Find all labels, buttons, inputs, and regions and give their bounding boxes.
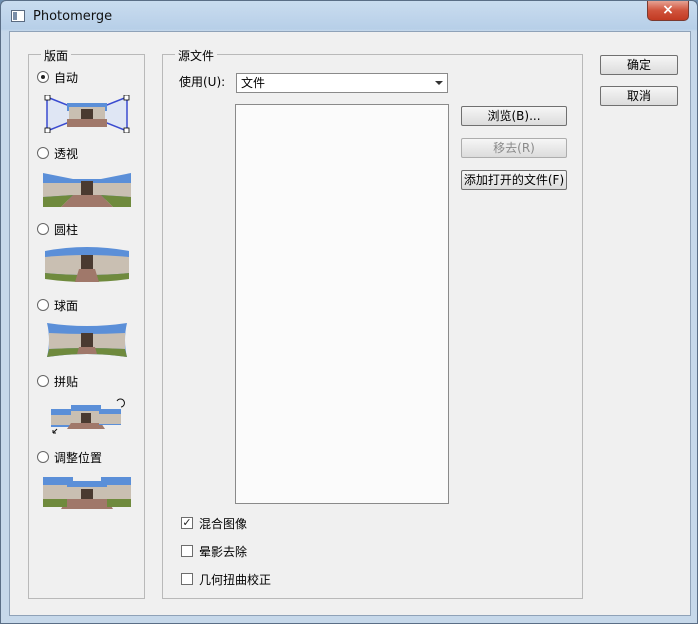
geometric-distortion-checkbox[interactable] xyxy=(181,573,193,585)
panorama-auto-icon xyxy=(43,95,131,133)
use-label: 使用(U): xyxy=(179,75,226,89)
radio-button[interactable] xyxy=(37,375,49,387)
radio-button[interactable] xyxy=(37,71,49,83)
radio-button[interactable] xyxy=(37,147,49,159)
radio-auto[interactable]: 自动 xyxy=(37,69,78,85)
radio-auto-label: 自动 xyxy=(54,70,79,85)
panorama-perspective-icon xyxy=(43,173,131,207)
chevron-down-icon xyxy=(435,81,443,85)
panorama-spherical-icon xyxy=(47,323,127,357)
add-open-files-button[interactable]: 添加打开的文件(F) xyxy=(461,170,567,190)
radio-cylindrical[interactable]: 圆柱 xyxy=(37,221,78,237)
cancel-button[interactable]: 取消 xyxy=(600,86,678,106)
close-button[interactable]: × xyxy=(647,1,689,21)
window-title: Photomerge xyxy=(33,9,113,24)
geometric-distortion-option[interactable]: 几何扭曲校正 xyxy=(181,571,271,587)
app-icon xyxy=(11,10,25,22)
file-list[interactable] xyxy=(235,104,449,504)
dialog-client-area: 版面 自动 透视 圆柱 球面 拼贴 调整位置 源文件 使用(U): 文件 浏览(… xyxy=(9,31,691,616)
radio-perspective-label: 透视 xyxy=(54,146,79,161)
panorama-reposition-icon xyxy=(43,477,131,509)
panorama-collage-icon xyxy=(51,398,125,434)
radio-perspective[interactable]: 透视 xyxy=(37,145,78,161)
layout-group-title: 版面 xyxy=(41,47,72,64)
remove-button[interactable]: 移去(R) xyxy=(461,138,567,158)
radio-collage-label: 拼贴 xyxy=(54,374,79,389)
blend-images-option[interactable]: ✓ 混合图像 xyxy=(181,515,247,531)
use-select[interactable]: 文件 xyxy=(236,73,448,93)
use-select-value: 文件 xyxy=(241,76,266,90)
radio-collage[interactable]: 拼贴 xyxy=(37,373,78,389)
radio-button[interactable] xyxy=(37,299,49,311)
panorama-cylindrical-icon xyxy=(45,247,129,282)
radio-reposition-label: 调整位置 xyxy=(54,450,103,465)
layout-group: 版面 自动 透视 圆柱 球面 拼贴 调整位置 xyxy=(28,47,145,599)
photomerge-window: Photomerge × 版面 自动 透视 圆柱 球面 拼贴 调整位置 源文件 … xyxy=(0,0,698,624)
browse-button[interactable]: 浏览(B)... xyxy=(461,106,567,126)
radio-reposition[interactable]: 调整位置 xyxy=(37,449,102,465)
blend-images-checkbox[interactable]: ✓ xyxy=(181,517,193,529)
source-group-title: 源文件 xyxy=(175,47,218,64)
radio-cylindrical-label: 圆柱 xyxy=(54,222,79,237)
radio-spherical-label: 球面 xyxy=(54,298,79,313)
radio-button[interactable] xyxy=(37,223,49,235)
radio-spherical[interactable]: 球面 xyxy=(37,297,78,313)
vignette-removal-checkbox[interactable] xyxy=(181,545,193,557)
ok-button[interactable]: 确定 xyxy=(600,55,678,75)
vignette-removal-option[interactable]: 晕影去除 xyxy=(181,543,247,559)
radio-button[interactable] xyxy=(37,451,49,463)
blend-images-label: 混合图像 xyxy=(199,516,248,531)
title-bar[interactable]: Photomerge × xyxy=(1,1,697,31)
source-files-group: 源文件 使用(U): 文件 浏览(B)... 移去(R) 添加打开的文件(F) … xyxy=(162,47,583,599)
vignette-removal-label: 晕影去除 xyxy=(199,544,248,559)
geometric-distortion-label: 几何扭曲校正 xyxy=(199,572,272,587)
